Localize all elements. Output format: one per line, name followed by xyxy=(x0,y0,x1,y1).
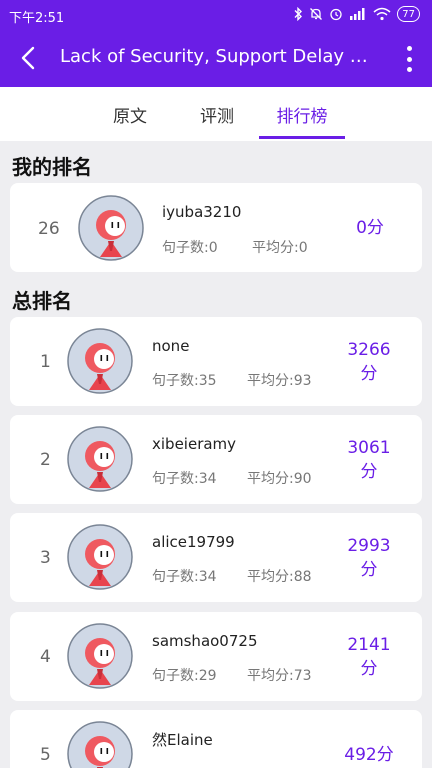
score-value: 0分 xyxy=(356,218,384,238)
app-bar: 下午2:51 77 Lack of Security, Support Dela… xyxy=(0,0,432,87)
total-score: 3266 分 xyxy=(334,338,404,386)
back-arrow-icon xyxy=(21,46,35,70)
score-value: 3266 xyxy=(347,340,391,360)
username: samshao0725 xyxy=(152,632,258,650)
average-score: 平均分:88 xyxy=(247,569,312,585)
score-unit: 分 xyxy=(360,659,378,679)
total-score: 2993 分 xyxy=(334,534,404,582)
score-unit: 分 xyxy=(360,364,378,384)
my-rank-card[interactable]: 26 iyuba3210 句子数:0 平均分:0 0分 xyxy=(10,183,422,272)
score-unit: 分 xyxy=(360,560,378,580)
my-rank-heading: 我的排名 xyxy=(12,155,92,179)
rank-number: 2 xyxy=(40,450,51,470)
average-score: 平均分:0 xyxy=(252,240,308,256)
rank-number: 5 xyxy=(40,745,51,765)
total-score: 0分 xyxy=(335,216,405,240)
username: xibeieramy xyxy=(152,435,237,453)
total-score: 2141 分 xyxy=(334,633,404,681)
more-dot-icon xyxy=(406,46,412,51)
sentence-count: 句子数:0 xyxy=(162,240,218,256)
status-bar: 下午2:51 77 xyxy=(0,0,432,30)
toolbar: Lack of Security, Support Delay Afri... xyxy=(0,30,432,87)
total-score: 3061 分 xyxy=(334,436,404,484)
tab-original-text[interactable]: 原文 xyxy=(95,87,165,141)
rank-row[interactable]: 4 samshao0725 句子数:29 平均分:73 2141 分 xyxy=(10,612,422,701)
username: none xyxy=(152,337,190,355)
average-score: 平均分:73 xyxy=(247,668,312,684)
tab-bar: 原文 评测 排行榜 xyxy=(0,87,432,141)
avatar xyxy=(67,426,133,492)
avatar xyxy=(67,328,133,394)
tab-leaderboard[interactable]: 排行榜 xyxy=(259,87,345,141)
rank-number: 26 xyxy=(38,219,60,239)
alarm-icon xyxy=(329,7,343,21)
sentence-count: 句子数:34 xyxy=(152,471,217,487)
status-time: 下午2:51 xyxy=(9,11,65,26)
rank-row[interactable]: 1 none 句子数:35 平均分:93 3266 分 xyxy=(10,317,422,406)
average-score: 平均分:93 xyxy=(247,373,312,389)
bluetooth-icon xyxy=(293,7,303,21)
score-value: 2993 xyxy=(347,536,391,556)
avatar xyxy=(78,195,144,261)
overall-rank-heading: 总排名 xyxy=(12,289,72,313)
rank-row[interactable]: 2 xibeieramy 句子数:34 平均分:90 3061 分 xyxy=(10,415,422,504)
total-score: 492分 xyxy=(334,743,404,767)
tab-evaluation[interactable]: 评测 xyxy=(182,87,252,141)
rank-row[interactable]: 5 然Elaine 492分 xyxy=(10,710,422,768)
sentence-count: 句子数:35 xyxy=(152,373,217,389)
signal-icon xyxy=(349,7,367,21)
avatar xyxy=(67,623,133,689)
score-value: 2141 xyxy=(347,635,391,655)
avatar xyxy=(67,524,133,590)
wifi-icon xyxy=(373,7,391,21)
username: alice19799 xyxy=(152,533,235,551)
rank-row[interactable]: 3 alice19799 句子数:34 平均分:88 2993 分 xyxy=(10,513,422,602)
avatar xyxy=(67,721,133,768)
username: iyuba3210 xyxy=(162,203,242,221)
more-dot-icon xyxy=(406,56,412,62)
rank-number: 4 xyxy=(40,647,51,667)
sentence-count: 句子数:34 xyxy=(152,569,217,585)
more-options-button[interactable] xyxy=(402,44,416,74)
more-dot-icon xyxy=(406,67,412,72)
score-value: 3061 xyxy=(347,438,391,458)
back-button[interactable] xyxy=(10,40,46,76)
score-unit: 分 xyxy=(360,462,378,482)
average-score: 平均分:90 xyxy=(247,471,312,487)
username: 然Elaine xyxy=(152,731,213,749)
sentence-count: 句子数:29 xyxy=(152,668,217,684)
score-value: 492分 xyxy=(344,745,394,765)
page-title: Lack of Security, Support Delay Afri... xyxy=(60,46,378,67)
battery-indicator: 77 xyxy=(397,6,420,22)
status-icons: 77 xyxy=(293,6,420,22)
rank-number: 3 xyxy=(40,548,51,568)
mute-icon xyxy=(309,7,323,21)
rank-number: 1 xyxy=(40,352,51,372)
